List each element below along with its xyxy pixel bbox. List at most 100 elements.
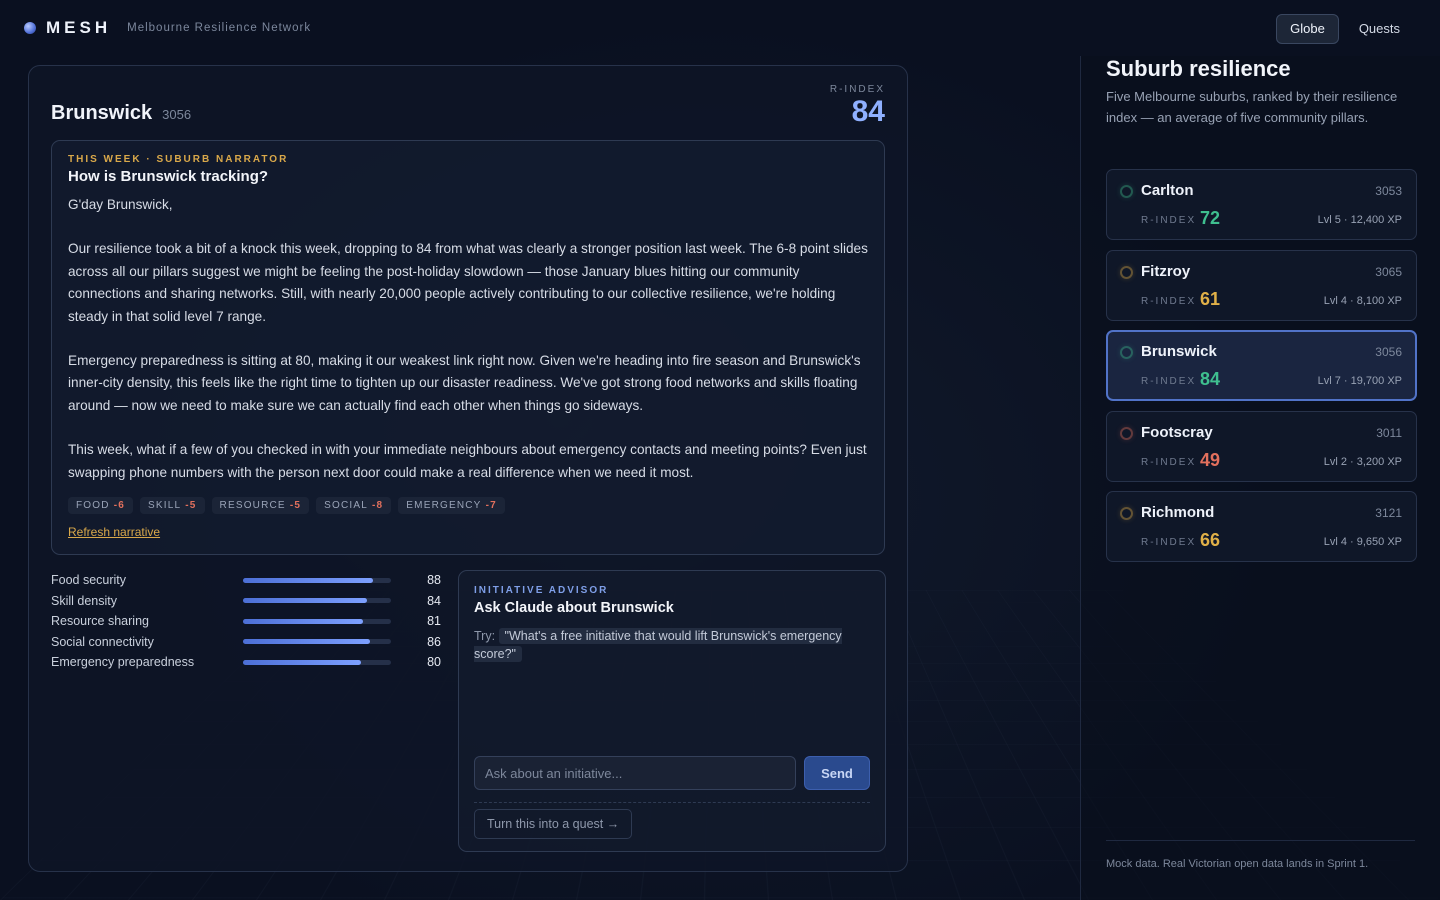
status-ring-icon	[1120, 507, 1133, 520]
suburb-title: Brunswick 3056	[51, 102, 191, 125]
narrator-paragraph: Our resilience took a bit of a knock thi…	[68, 241, 868, 324]
status-ring-icon	[1120, 265, 1133, 279]
suburb-name: Brunswick	[51, 102, 153, 124]
suburb-item-level: Lvl 5 · 12,400 XP	[1317, 214, 1402, 226]
suburb-item-fitzroy[interactable]: Fitzroy 3065 R-INDEX 61 Lvl 4 · 8,100 XP	[1106, 249, 1417, 321]
suburb-detail-card: Brunswick 3056 R-INDEX 84 THIS WEEK · SU…	[28, 65, 908, 872]
delta-badge: FOOD -6	[68, 497, 133, 515]
pillar-row: Social connectivity 86	[51, 632, 441, 653]
app-subtitle: Melbourne Resilience Network	[127, 22, 312, 34]
narrator-body: G'day Brunswick, Our resilience took a b…	[68, 194, 868, 484]
delta-badge: SOCIAL -8	[316, 497, 392, 515]
pillar-value: 86	[427, 634, 441, 649]
suburb-item-level: Lvl 2 · 3,200 XP	[1323, 455, 1402, 468]
status-ring-icon	[1120, 426, 1133, 440]
initiative-advisor-panel: INITIATIVE ADVISOR Ask Claude about Brun…	[458, 570, 886, 852]
pillar-bar	[243, 639, 391, 645]
pillar-row: Skill density 84	[51, 591, 441, 612]
suburb-item-postcode: 3011	[1376, 425, 1402, 440]
delta-value: -7	[485, 500, 497, 512]
rindex-label: R-INDEX	[1141, 376, 1197, 387]
delta-value: -8	[372, 500, 384, 512]
rindex-label: R-INDEX	[1141, 295, 1197, 307]
app-name: MESH	[46, 18, 112, 37]
suburb-item-name: Carlton	[1141, 182, 1194, 199]
delta-label: RESOURCE	[219, 500, 286, 512]
suburb-sidebar: Suburb resilience Five Melbourne suburbs…	[1080, 56, 1440, 900]
pillar-value: 80	[427, 655, 441, 670]
narrator-panel: THIS WEEK · SUBURB NARRATOR How is Bruns…	[51, 140, 885, 555]
suburb-item-name: Richmond	[1141, 504, 1215, 521]
suburb-item-rindex: 49	[1200, 449, 1221, 470]
initiative-input[interactable]	[474, 756, 796, 790]
suburb-postcode: 3056	[162, 107, 192, 122]
pillar-name: Social connectivity	[51, 634, 154, 649]
nav-globe[interactable]: Globe	[1276, 14, 1339, 44]
suburb-item-name: Footscray	[1141, 423, 1213, 441]
delta-badge: SKILL -5	[139, 497, 205, 515]
nav-quests[interactable]: Quests	[1345, 14, 1414, 44]
suburb-item-level: Lvl 4 · 8,100 XP	[1323, 294, 1402, 307]
suburb-item-rindex: 72	[1200, 208, 1221, 228]
pillar-row: Emergency preparedness 80	[51, 652, 441, 673]
delta-value: -6	[113, 500, 125, 512]
delta-label: SOCIAL	[324, 500, 368, 512]
refresh-narrative-link[interactable]: Refresh narrative	[68, 525, 160, 539]
suburb-item-footscray[interactable]: Footscray 3011 R-INDEX 49 Lvl 2 · 3,200 …	[1106, 410, 1417, 482]
rindex-display: R-INDEX 84	[830, 84, 885, 127]
send-button[interactable]: Send	[804, 756, 870, 790]
delta-label: FOOD	[76, 500, 110, 512]
advisor-eyebrow: INITIATIVE ADVISOR	[474, 585, 609, 596]
brand: MESH Melbourne Resilience Network	[24, 18, 311, 38]
advisor-heading: Ask Claude about Brunswick	[474, 600, 674, 616]
pillar-row: Food security 88	[51, 570, 441, 591]
narrator-heading: How is Brunswick tracking?	[68, 168, 269, 185]
delta-badge: RESOURCE -5	[211, 497, 310, 515]
pillar-bar-fill	[243, 618, 363, 624]
suggested-prompt[interactable]: "What's a free initiative that would lif…	[474, 628, 842, 662]
pillar-name: Resource sharing	[51, 614, 149, 629]
pillar-bar-fill	[243, 639, 371, 645]
sidebar-description: Five Melbourne suburbs, ranked by their …	[1106, 89, 1398, 125]
delta-label: SKILL	[147, 500, 182, 512]
suburb-item-postcode: 3056	[1375, 345, 1402, 359]
pillar-list: Food security 88 Skill density 84 Resour…	[51, 570, 441, 673]
sidebar-footer-note: Mock data. Real Victorian open data land…	[1106, 858, 1369, 870]
divider	[474, 802, 870, 803]
suburb-item-postcode: 3053	[1375, 184, 1402, 198]
pillar-bar	[243, 577, 391, 583]
suburb-item-richmond[interactable]: Richmond 3121 R-INDEX 66 Lvl 4 · 9,650 X…	[1106, 491, 1417, 562]
narrator-greeting: G'day Brunswick,	[68, 197, 173, 212]
narrator-eyebrow: THIS WEEK · SUBURB NARRATOR	[68, 154, 289, 165]
status-ring-icon	[1120, 346, 1133, 359]
narrator-paragraph: Emergency preparedness is sitting at 80,…	[68, 353, 861, 413]
rindex-label: R-INDEX	[829, 84, 885, 95]
pillar-bar-fill	[243, 598, 368, 604]
advisor-input-row: Send	[474, 756, 870, 790]
advisor-suggestion: Try: "What's a free initiative that woul…	[474, 627, 870, 663]
pillar-name: Food security	[51, 573, 127, 588]
suburb-item-postcode: 3121	[1375, 506, 1402, 520]
pillar-name: Skill density	[51, 593, 117, 608]
top-nav: Globe Quests	[1276, 14, 1414, 44]
pillar-row: Resource sharing 81	[51, 611, 441, 632]
suburb-item-brunswick[interactable]: Brunswick 3056 R-INDEX 84 Lvl 7 · 19,700…	[1106, 330, 1417, 401]
suburb-item-rindex: 84	[1200, 369, 1221, 389]
suburb-item-carlton[interactable]: Carlton 3053 R-INDEX 72 Lvl 5 · 12,400 X…	[1106, 169, 1417, 240]
rindex-label: R-INDEX	[1141, 537, 1197, 548]
suburb-item-rindex: 61	[1200, 288, 1221, 309]
globe-dot-icon	[24, 22, 36, 34]
pillar-value: 84	[427, 593, 441, 608]
pillar-value: 88	[427, 573, 441, 588]
pillar-bar-fill	[243, 659, 362, 665]
suburb-item-postcode: 3065	[1375, 264, 1402, 279]
narrator-paragraph: This week, what if a few of you checked …	[68, 442, 867, 480]
divider	[1106, 840, 1415, 841]
suburb-list: Carlton 3053 R-INDEX 72 Lvl 5 · 12,400 X…	[1106, 169, 1417, 572]
pillar-bar	[243, 618, 391, 624]
turn-into-quest-button[interactable]: Turn this into a quest →	[474, 809, 633, 839]
pillar-value: 81	[427, 614, 441, 629]
pillar-bar-fill	[243, 577, 374, 583]
delta-badge: EMERGENCY -7	[398, 497, 505, 515]
suburb-item-name: Fitzroy	[1141, 262, 1191, 280]
